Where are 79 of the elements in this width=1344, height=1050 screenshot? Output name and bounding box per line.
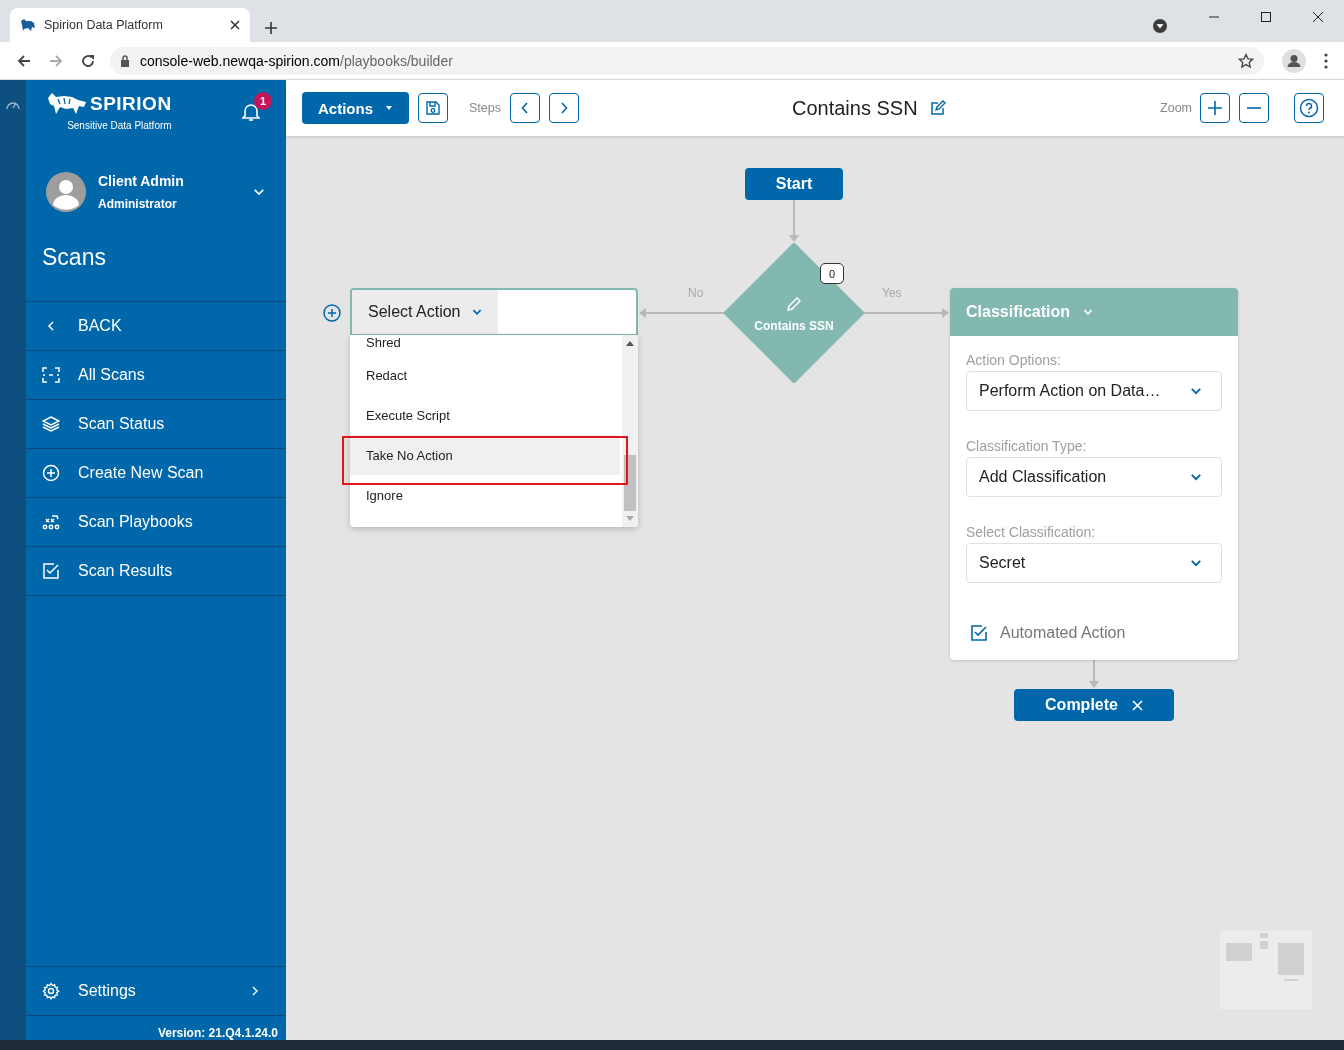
field-label: Action Options: — [966, 352, 1062, 368]
reload-icon[interactable] — [80, 53, 96, 69]
node-label: Contains SSN — [753, 319, 835, 333]
tiger-logo-icon — [46, 92, 88, 116]
close-icon — [1131, 699, 1143, 711]
steps-label: Steps — [469, 101, 501, 115]
tab-title: Spirion Data Platform — [44, 18, 164, 32]
url-text: console-web.newqa-spirion.com/playbooks/builder — [140, 53, 453, 69]
brand-name: SPIRION — [90, 93, 172, 115]
zoom-out-button[interactable] — [1239, 93, 1269, 123]
select-action-button[interactable]: Select Action — [352, 290, 498, 334]
user-role: Administrator — [98, 197, 178, 211]
minus-icon — [1247, 107, 1261, 109]
scrollbar[interactable] — [622, 335, 638, 527]
layers-icon — [42, 416, 60, 432]
chevron-right-icon — [559, 102, 568, 114]
plus-icon — [1208, 101, 1222, 115]
add-step-icon[interactable] — [323, 304, 341, 322]
previous-step-button[interactable] — [509, 93, 540, 123]
brand-tagline: Sensitive Data Platform — [67, 120, 172, 131]
field-label: Classification Type: — [966, 438, 1088, 454]
branch-label: No — [688, 286, 704, 300]
playbook-icon — [42, 514, 60, 530]
caret-icon — [385, 105, 393, 111]
checkbox-icon — [42, 562, 60, 580]
start-node[interactable]: Start — [745, 168, 843, 200]
menu-item[interactable]: Execute Script — [350, 395, 620, 435]
save-icon — [425, 100, 441, 116]
help-button[interactable] — [1294, 93, 1324, 123]
count-badge: 0 — [820, 263, 844, 284]
select-field[interactable]: Perform Action on Data… — [966, 371, 1222, 411]
menu-item[interactable]: Take No Action — [350, 435, 620, 475]
scrollbar-thumb[interactable] — [624, 455, 636, 511]
close-icon[interactable] — [230, 20, 240, 30]
address-bar[interactable]: console-web.newqa-spirion.com/playbooks/builder — [110, 47, 1264, 75]
maximize-icon[interactable] — [1260, 11, 1272, 23]
help-icon — [1299, 98, 1319, 118]
actions-button[interactable]: Actions — [302, 92, 409, 124]
checkbox-label: Automated Action — [1000, 624, 1126, 642]
tiger-icon — [20, 18, 36, 32]
profile-icon[interactable] — [1282, 49, 1306, 73]
chevron-left-icon — [520, 102, 529, 114]
add-circle-icon — [42, 464, 60, 482]
settings-item[interactable]: Settings — [26, 966, 286, 1016]
edit-icon[interactable] — [929, 100, 946, 116]
lock-icon — [120, 55, 130, 67]
user-name: Client Admin — [98, 173, 185, 189]
branch-label: Yes — [882, 286, 902, 300]
close-icon[interactable] — [1312, 11, 1324, 23]
playbook-title: Contains SSN — [791, 96, 918, 120]
connector-arrow — [789, 199, 799, 242]
select-field[interactable]: Add Classification — [966, 457, 1222, 497]
complete-node[interactable]: Complete — [1014, 689, 1174, 721]
bell-icon[interactable] — [242, 102, 260, 122]
settings-icon — [42, 982, 60, 1000]
scan-icon — [42, 367, 60, 383]
next-step-button[interactable] — [548, 93, 579, 123]
save-button[interactable] — [418, 93, 448, 123]
select-field[interactable]: Secret — [966, 543, 1222, 583]
menu-item[interactable]: Shred — [350, 335, 620, 355]
notification-badge: 1 — [254, 92, 272, 110]
version-text: Version: 21.Q4.1.24.0 — [156, 1025, 279, 1040]
menu-item[interactable]: Redact — [350, 355, 620, 395]
browser-tab[interactable]: Spirion Data Platform — [10, 8, 250, 42]
field-label: Select Classification: — [966, 524, 1097, 540]
more-icon[interactable] — [1324, 53, 1328, 69]
scroll-up-icon[interactable] — [626, 341, 634, 346]
back-icon[interactable] — [16, 53, 32, 69]
zoom-label: Zoom — [1160, 101, 1192, 115]
download-icon[interactable] — [1152, 18, 1168, 34]
chevron-left-icon — [47, 321, 55, 331]
new-tab-icon[interactable] — [264, 21, 278, 35]
star-icon[interactable] — [1238, 53, 1254, 69]
checkbox[interactable] — [970, 624, 988, 642]
section-title: Scans — [41, 243, 107, 272]
chevron-right-icon — [252, 986, 258, 996]
menu-item[interactable]: Ignore — [350, 475, 620, 515]
zoom-in-button[interactable] — [1200, 93, 1230, 123]
avatar-icon — [46, 172, 86, 212]
